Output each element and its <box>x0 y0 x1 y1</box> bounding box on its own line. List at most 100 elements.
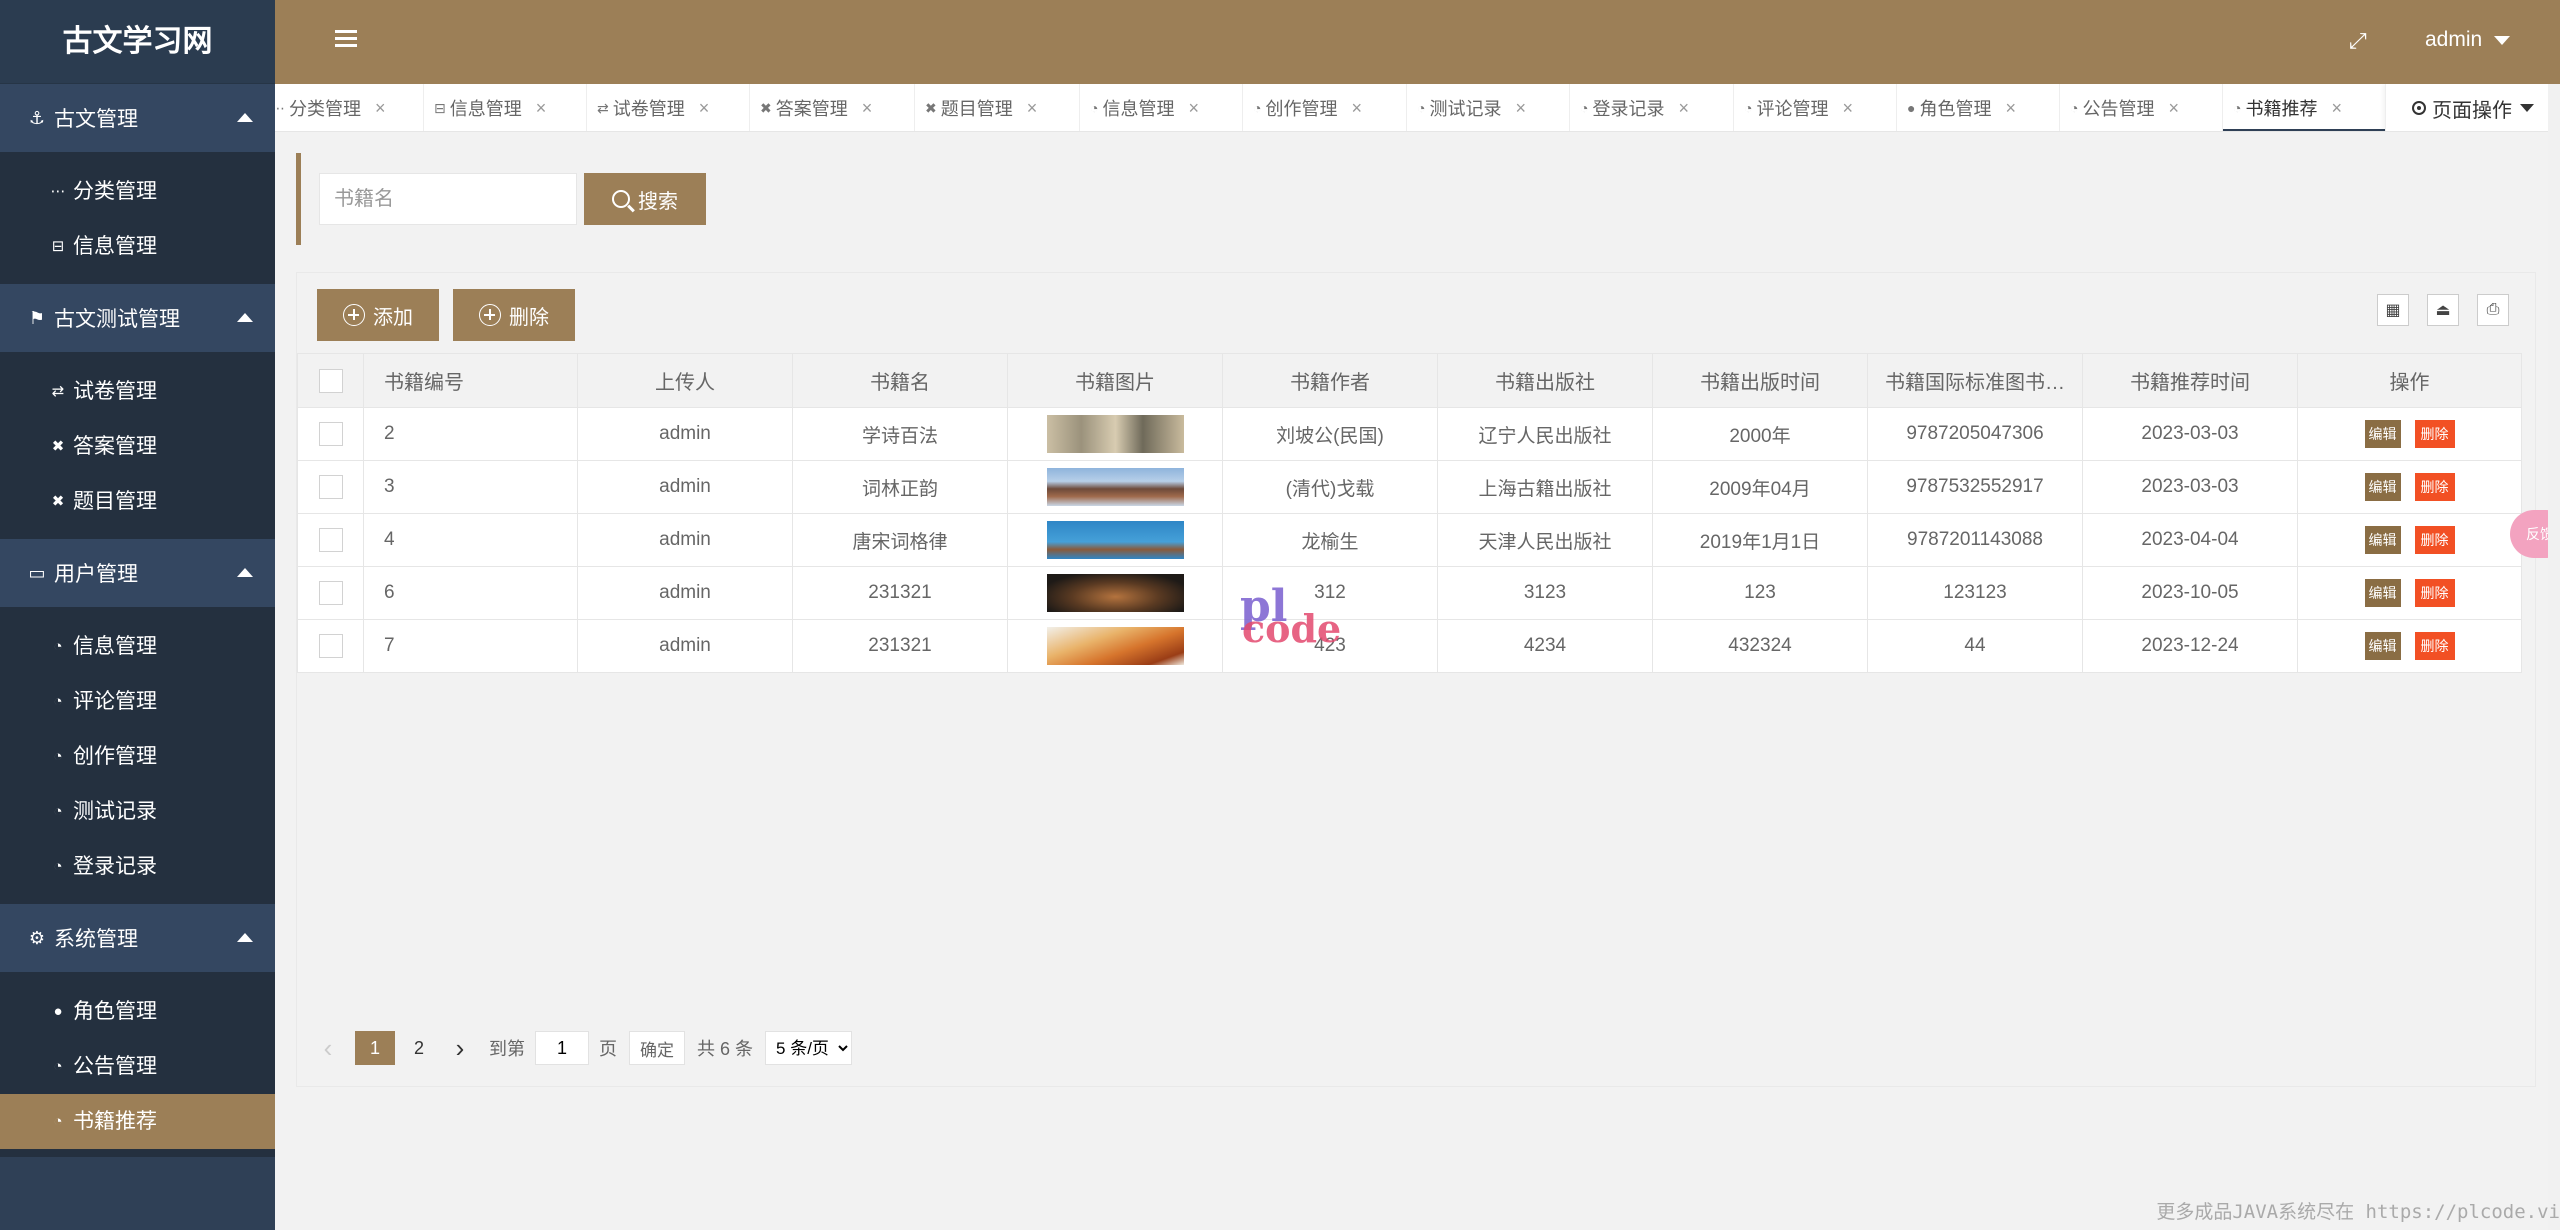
goto-confirm-button[interactable]: 确定 <box>629 1031 685 1065</box>
close-icon[interactable]: × <box>1188 98 1199 119</box>
tab-category[interactable]: ⋯分类管理 × <box>275 84 424 131</box>
search-icon <box>612 190 630 208</box>
sidebar-item-login-records[interactable]: ◔ 登录记录 <box>0 839 275 894</box>
column-header[interactable]: 书籍出版社 <box>1437 353 1653 408</box>
menu-group-label: 系统管理 <box>54 928 138 951</box>
column-header[interactable]: 上传人 <box>577 353 793 408</box>
edit-button[interactable]: 编辑 <box>2364 632 2401 660</box>
user-menu[interactable]: admin <box>2425 28 2511 52</box>
tab-user-info[interactable]: ◔ 信息管理 × <box>1080 84 1243 131</box>
tab-papers[interactable]: ⇄ 试卷管理 × <box>587 84 750 131</box>
sidebar-item-test-records[interactable]: ◔ 测试记录 <box>0 784 275 839</box>
footer-watermark: 更多成品JAVA系统尽在 https://plcode.vi <box>2156 1201 2560 1223</box>
page-size-select[interactable]: 5 条/页 <box>765 1031 853 1065</box>
close-icon[interactable]: × <box>2331 98 2342 119</box>
prev-page-icon[interactable]: ‹ <box>311 1031 345 1065</box>
sidebar-item-papers[interactable]: ⇄ 试卷管理 <box>0 364 275 419</box>
menu-toggle-icon[interactable] <box>335 30 357 50</box>
sidebar-item-info[interactable]: ⊟ 信息管理 <box>0 219 275 274</box>
row-checkbox[interactable] <box>318 528 343 552</box>
close-icon[interactable]: × <box>699 98 710 119</box>
edit-button[interactable]: 编辑 <box>2364 579 2401 607</box>
submenu-users: ◔ 信息管理 ◔ 评论管理 ◔ 创作管理 ◔ 测试记录 ◔ 登录记录 <box>0 607 275 904</box>
book-thumbnail[interactable] <box>1046 574 1184 612</box>
columns-filter-icon[interactable]: ▦ <box>2377 294 2409 326</box>
sidebar-item-comments[interactable]: ◔ 评论管理 <box>0 674 275 729</box>
tab-questions[interactable]: ✖ 题目管理 × <box>915 84 1080 131</box>
tab-creations[interactable]: ◔ 创作管理 × <box>1243 84 1407 131</box>
submenu-guwen: ⋯ 分类管理 ⊟ 信息管理 <box>0 152 275 284</box>
select-all-checkbox[interactable] <box>318 368 343 393</box>
sidebar-item-roles[interactable]: ● 角色管理 <box>0 984 275 1039</box>
sidebar-item-category[interactable]: ⋯ 分类管理 <box>0 164 275 219</box>
row-checkbox[interactable] <box>318 634 343 658</box>
menu-group-guwen[interactable]: ⚓ 古文管理 <box>0 84 275 152</box>
cell-isbn: 44 <box>1867 619 2083 673</box>
delete-button[interactable]: 删除 <box>2414 420 2455 448</box>
tab-book-recommend[interactable]: ◔ 书籍推荐 × <box>2223 84 2386 131</box>
close-icon[interactable]: × <box>1027 98 1038 119</box>
close-icon[interactable]: × <box>2005 98 2016 119</box>
menu-group-test[interactable]: ⚑ 古文测试管理 <box>0 284 275 352</box>
edit-button[interactable]: 编辑 <box>2364 526 2401 554</box>
sidebar-item-book-recommend[interactable]: ◔ 书籍推荐 <box>0 1094 275 1149</box>
close-icon[interactable]: × <box>375 98 386 119</box>
tab-answers[interactable]: ✖ 答案管理 × <box>750 84 915 131</box>
row-checkbox[interactable] <box>318 475 343 499</box>
edit-button[interactable]: 编辑 <box>2364 420 2401 448</box>
column-header[interactable]: 书籍出版时间 <box>1652 353 1868 408</box>
row-checkbox[interactable] <box>318 422 343 446</box>
page-number-2[interactable]: 2 <box>399 1031 439 1065</box>
close-icon[interactable]: × <box>1351 98 1362 119</box>
fullscreen-icon[interactable]: ⤢ <box>2349 28 2367 54</box>
menu-group-system[interactable]: ⚙ 系统管理 <box>0 904 275 972</box>
cell-image <box>1007 619 1223 673</box>
delete-button[interactable]: 删除 <box>2414 473 2455 501</box>
tab-roles[interactable]: ● 角色管理 × <box>1897 84 2060 131</box>
book-thumbnail[interactable] <box>1046 468 1184 506</box>
row-checkbox[interactable] <box>318 581 343 605</box>
goto-page-input[interactable] <box>535 1031 589 1065</box>
book-thumbnail[interactable] <box>1046 627 1184 665</box>
column-header[interactable]: 书籍推荐时间 <box>2082 353 2298 408</box>
close-icon[interactable]: × <box>1515 98 1526 119</box>
print-icon[interactable]: ⎙ <box>2477 294 2509 326</box>
sidebar-item-user-info[interactable]: ◔ 信息管理 <box>0 619 275 674</box>
book-name-search-input[interactable] <box>319 173 577 225</box>
sidebar-item-answers[interactable]: ✖ 答案管理 <box>0 419 275 474</box>
delete-button[interactable]: 删除 <box>2414 579 2455 607</box>
column-header[interactable]: 书籍编号 <box>363 353 578 408</box>
close-icon[interactable]: × <box>2168 98 2179 119</box>
tab-notices[interactable]: ◔ 公告管理 × <box>2060 84 2223 131</box>
close-icon[interactable]: × <box>1842 98 1853 119</box>
column-header[interactable]: 书籍国际标准图书… <box>1867 353 2083 408</box>
sidebar-item-creations[interactable]: ◔ 创作管理 <box>0 729 275 784</box>
close-icon[interactable]: × <box>1678 98 1689 119</box>
edit-button[interactable]: 编辑 <box>2364 473 2401 501</box>
page-operations-button[interactable]: 页面操作 <box>2385 84 2560 131</box>
tab-test-records[interactable]: ◔ 测试记录 × <box>1407 84 1570 131</box>
page-scrollbar[interactable] <box>2548 84 2560 1230</box>
next-page-icon[interactable]: › <box>443 1031 477 1065</box>
column-header[interactable]: 书籍名 <box>792 353 1008 408</box>
tab-comments[interactable]: ◔ 评论管理 × <box>1734 84 1897 131</box>
tab-login-records[interactable]: ◔ 登录记录 × <box>1570 84 1734 131</box>
delete-button[interactable]: 删除 <box>2414 526 2455 554</box>
close-icon[interactable]: × <box>536 98 547 119</box>
column-header[interactable]: 书籍作者 <box>1222 353 1438 408</box>
search-button[interactable]: 搜索 <box>584 173 706 225</box>
add-button[interactable]: 添加 <box>317 289 439 341</box>
page-number-1[interactable]: 1 <box>355 1031 395 1065</box>
tab-info[interactable]: ⊟ 信息管理 × <box>424 84 587 131</box>
export-icon[interactable]: ⏏ <box>2427 294 2459 326</box>
book-thumbnail[interactable] <box>1046 415 1184 453</box>
delete-button[interactable]: 删除 <box>2414 632 2455 660</box>
batch-delete-button[interactable]: 删除 <box>453 289 575 341</box>
sidebar-item-notices[interactable]: ◔ 公告管理 <box>0 1039 275 1094</box>
column-header[interactable]: 书籍图片 <box>1007 353 1223 408</box>
sidebar-item-questions[interactable]: ✖ 题目管理 <box>0 474 275 529</box>
submenu-system: ● 角色管理 ◔ 公告管理 ◔ 书籍推荐 <box>0 972 275 1157</box>
close-icon[interactable]: × <box>862 98 873 119</box>
book-thumbnail[interactable] <box>1046 521 1184 559</box>
menu-group-users[interactable]: ▭ 用户管理 <box>0 539 275 607</box>
